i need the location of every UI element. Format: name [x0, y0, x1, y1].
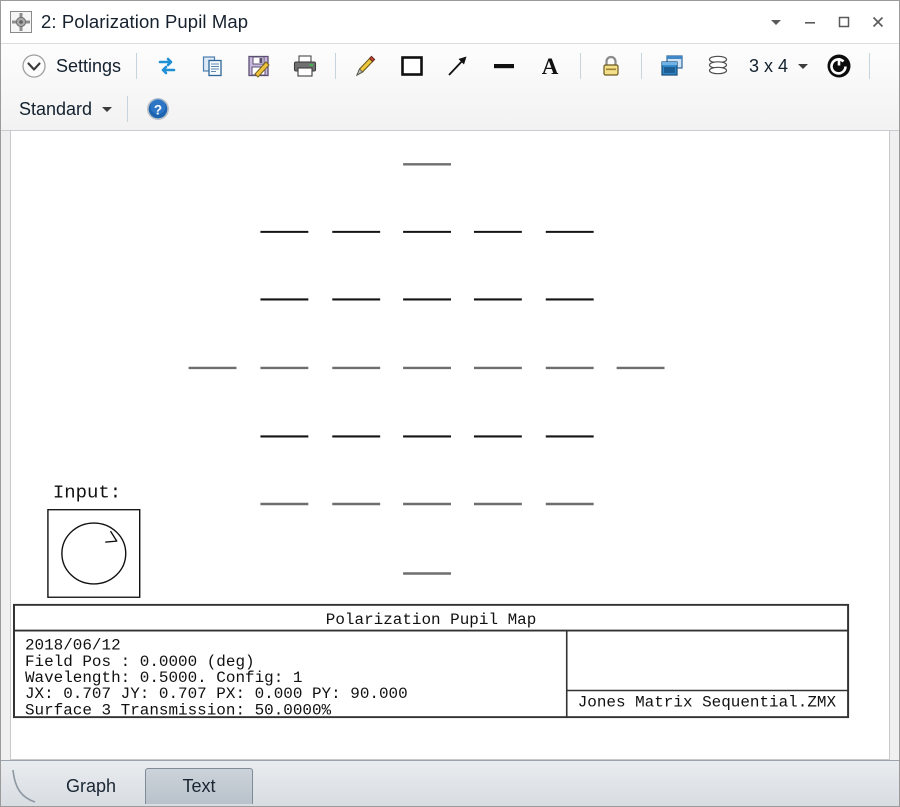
draw-rectangle-button[interactable] — [389, 48, 435, 84]
window-controls — [759, 6, 895, 38]
arrow-icon — [443, 51, 473, 81]
polarization-pupil-map-window: 2: Polarization Pupil Map — [0, 0, 900, 807]
toolbar-area: Settings — [1, 43, 899, 131]
chevron-down-icon — [102, 107, 112, 112]
line-icon — [489, 51, 519, 81]
power-reset-icon — [824, 51, 854, 81]
print-button[interactable] — [282, 48, 328, 84]
footer-line: 2018/06/12 — [25, 637, 121, 655]
refresh-icon — [152, 51, 182, 81]
text-a-icon: A — [535, 51, 565, 81]
footer-line: JX: 0.707 JY: 0.707 PX: 0.000 PY: 90.000 — [25, 685, 408, 703]
polarization-pupil-plot: Input: Polarization Pupil Map — [11, 131, 889, 759]
pencil-icon — [351, 51, 381, 81]
svg-text:?: ? — [154, 102, 162, 117]
toolbar-row-primary: Settings — [1, 44, 899, 88]
grid-layout-label: 3 x 4 — [749, 56, 788, 77]
layers-icon — [703, 51, 733, 81]
add-text-button[interactable]: A — [527, 48, 573, 84]
footer-line: Wavelength: 0.5000. Config: 1 — [25, 669, 302, 687]
polarization-grid-icon — [10, 11, 32, 33]
copy-icon — [198, 51, 228, 81]
toolbar-row-secondary: Standard ? — [1, 88, 899, 130]
graph-canvas[interactable]: Input: Polarization Pupil Map — [10, 131, 890, 760]
help-question-icon: ? — [143, 94, 173, 124]
settings-button[interactable]: Settings — [11, 48, 129, 84]
window-title: 2: Polarization Pupil Map — [41, 11, 248, 33]
toolbar-separator-2 — [335, 53, 336, 79]
footer-line: Surface 3 Transmission: 50.0000% — [25, 702, 332, 720]
footer-line: Field Pos : 0.0000 (deg) — [25, 653, 255, 671]
close-button[interactable] — [861, 6, 895, 38]
svg-text:Input:: Input: — [53, 483, 121, 503]
layers-button[interactable] — [695, 48, 741, 84]
toolbar-separator-6 — [127, 96, 128, 122]
copy-button[interactable] — [190, 48, 236, 84]
style-label: Standard — [19, 99, 92, 120]
toolbar-separator-1 — [136, 53, 137, 79]
print-icon — [290, 51, 320, 81]
tab-text-label: Text — [182, 776, 215, 797]
square-icon — [397, 51, 427, 81]
tab-graph[interactable]: Graph — [37, 768, 145, 804]
toolbar-separator-3 — [580, 53, 581, 79]
footer-info-block: Polarization Pupil Map 2018/06/12Field P… — [14, 605, 848, 719]
windows-icon — [657, 51, 687, 81]
draw-line-button[interactable] — [481, 48, 527, 84]
window-menu-button[interactable] — [759, 6, 793, 38]
minimize-button[interactable] — [793, 6, 827, 38]
annotate-pencil-button[interactable] — [343, 48, 389, 84]
help-button[interactable]: ? — [135, 91, 181, 127]
svg-text:A: A — [542, 54, 559, 79]
style-dropdown[interactable]: Standard — [11, 91, 120, 127]
tab-corner-decoration — [11, 768, 37, 804]
content-area: Input: Polarization Pupil Map — [1, 131, 899, 760]
refresh-button[interactable] — [144, 48, 190, 84]
polarization-glyph-group — [189, 164, 665, 573]
grid-layout-dropdown[interactable]: 3 x 4 — [741, 48, 816, 84]
title-bar: 2: Polarization Pupil Map — [1, 1, 899, 43]
svg-text:Jones Matrix Sequential.ZMX: Jones Matrix Sequential.ZMX — [578, 694, 837, 712]
maximize-button[interactable] — [827, 6, 861, 38]
toolbar-separator-4 — [641, 53, 642, 79]
plot-svg: Input: Polarization Pupil Map — [11, 131, 889, 759]
save-button[interactable] — [236, 48, 282, 84]
draw-arrow-button[interactable] — [435, 48, 481, 84]
svg-text:Polarization Pupil Map: Polarization Pupil Map — [326, 611, 536, 629]
chevron-down-circle-icon — [19, 51, 49, 81]
lock-button[interactable] — [588, 48, 634, 84]
power-reset-button[interactable] — [816, 48, 862, 84]
toolbar-separator-5 — [869, 53, 870, 79]
clone-window-button[interactable] — [649, 48, 695, 84]
input-legend: Input: — [48, 483, 140, 598]
lock-icon — [596, 51, 626, 81]
chevron-down-icon — [798, 64, 808, 69]
tab-graph-label: Graph — [66, 776, 116, 797]
settings-label: Settings — [56, 56, 121, 77]
save-icon — [244, 51, 274, 81]
tab-bar: Graph Text — [1, 760, 899, 806]
tab-text[interactable]: Text — [145, 768, 253, 804]
